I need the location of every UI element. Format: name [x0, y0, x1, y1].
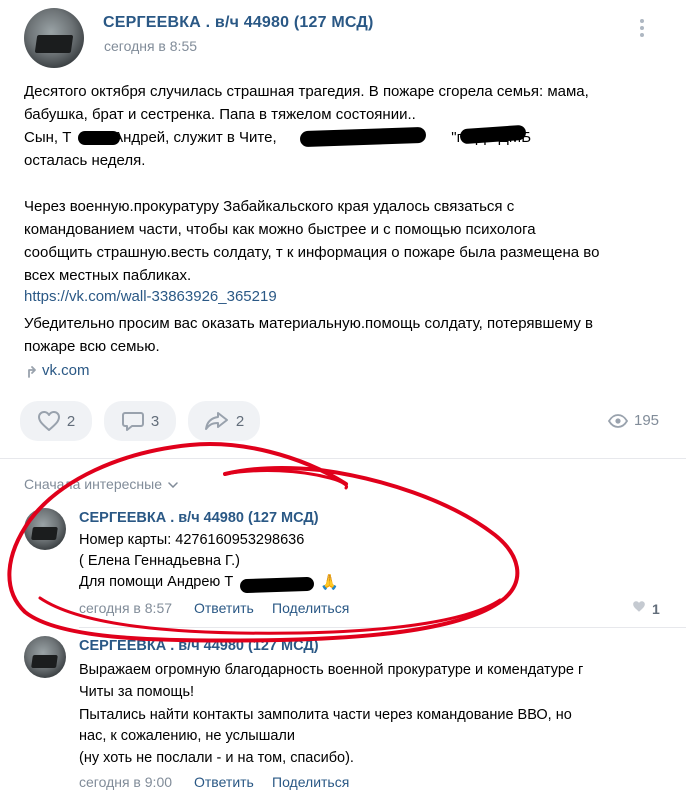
comment-timestamp[interactable]: сегодня в 8:57	[79, 600, 172, 616]
comment-text-line: нас, к сожалению, не услышали	[79, 728, 295, 744]
view-count: 195	[634, 412, 660, 429]
comment-timestamp[interactable]: сегодня в 9:00	[79, 774, 172, 790]
comments-sort-dropdown[interactable]: Сначала интересные	[24, 475, 178, 493]
share-button[interactable]: 2	[188, 401, 260, 441]
share-comment-button[interactable]: Поделиться	[272, 774, 349, 790]
comment-button[interactable]: 3	[104, 401, 176, 441]
comment-author-name[interactable]: СЕРГЕЕВКА . в/ч 44980 (127 МСД)	[79, 638, 319, 654]
like-count: 2	[66, 412, 76, 430]
comment-text-line: Читы за помощь!	[79, 684, 195, 700]
post-author-avatar[interactable]	[24, 8, 84, 68]
comment-icon	[121, 410, 145, 432]
share-comment-button[interactable]: Поделиться	[272, 600, 349, 616]
post-text-line: бабушка, брат и сестренка. Папа в тяжело…	[24, 106, 416, 123]
post-author-name[interactable]: СЕРГЕЕВКА . в/ч 44980 (127 МСД)	[103, 14, 374, 32]
comment-divider	[79, 627, 686, 628]
redaction-mark	[78, 131, 120, 145]
share-arrow-icon	[204, 410, 230, 432]
comment-text-line: Для помощи Андрею Т	[79, 574, 234, 590]
comments-sort-label: Сначала интересные	[24, 476, 162, 492]
post-text-line: Десятого октября случилась страшная траг…	[24, 83, 589, 100]
post-text-line: пожаре всю семью.	[24, 338, 160, 355]
comment-text-line: Номер карты: 4276160953298636	[79, 532, 305, 548]
comment-author-avatar[interactable]	[24, 508, 66, 550]
share-link-icon	[26, 365, 38, 379]
comment-author-name[interactable]: СЕРГЕЕВКА . в/ч 44980 (127 МСД)	[79, 510, 319, 526]
reply-button[interactable]: Ответить	[194, 774, 254, 790]
share-count: 2	[235, 412, 245, 430]
eye-icon	[607, 414, 629, 428]
more-vertical-icon[interactable]	[636, 18, 648, 38]
comment-author-avatar[interactable]	[24, 636, 66, 678]
heart-icon	[632, 600, 646, 618]
comment-count: 3	[150, 412, 160, 430]
post-text-line: командованием части, чтобы как можно быс…	[24, 221, 536, 238]
like-button[interactable]: 2	[20, 401, 92, 441]
pray-emoji: 🙏	[320, 574, 339, 591]
post-text-line: всех местных пабликах.	[24, 267, 192, 284]
reply-button[interactable]: Ответить	[194, 600, 254, 616]
comment-text-line: (ну хоть не послали - и на том, спасибо)…	[79, 750, 354, 766]
post-text-line: Через военную.прокуратуру Забайкальского…	[24, 198, 515, 215]
wall-post-link[interactable]: https://vk.com/wall-33863926_365219	[24, 288, 277, 305]
post-text-line: осталась неделя.	[24, 152, 146, 169]
comment-text-line: ( Елена Геннадьевна Г.)	[79, 553, 241, 569]
comment-text-line: Выражаем огромную благодарность военной …	[79, 662, 584, 678]
comment-text-line: Пытались найти контакты замполита части …	[79, 707, 572, 723]
post-timestamp[interactable]: сегодня в 8:55	[104, 38, 197, 54]
chevron-down-icon	[168, 475, 178, 493]
heart-icon	[37, 410, 61, 432]
comment-like-count: 1	[652, 601, 660, 617]
post-divider	[0, 458, 686, 459]
comment-like-button[interactable]: 1	[632, 600, 660, 618]
post-text-line: сообщить страшную.весть солдату, т к инф…	[24, 244, 600, 261]
redaction-mark	[239, 576, 315, 594]
attachment-link[interactable]: vk.com	[42, 362, 90, 379]
post-text-line: Убедительно просим вас оказать материаль…	[24, 315, 593, 332]
